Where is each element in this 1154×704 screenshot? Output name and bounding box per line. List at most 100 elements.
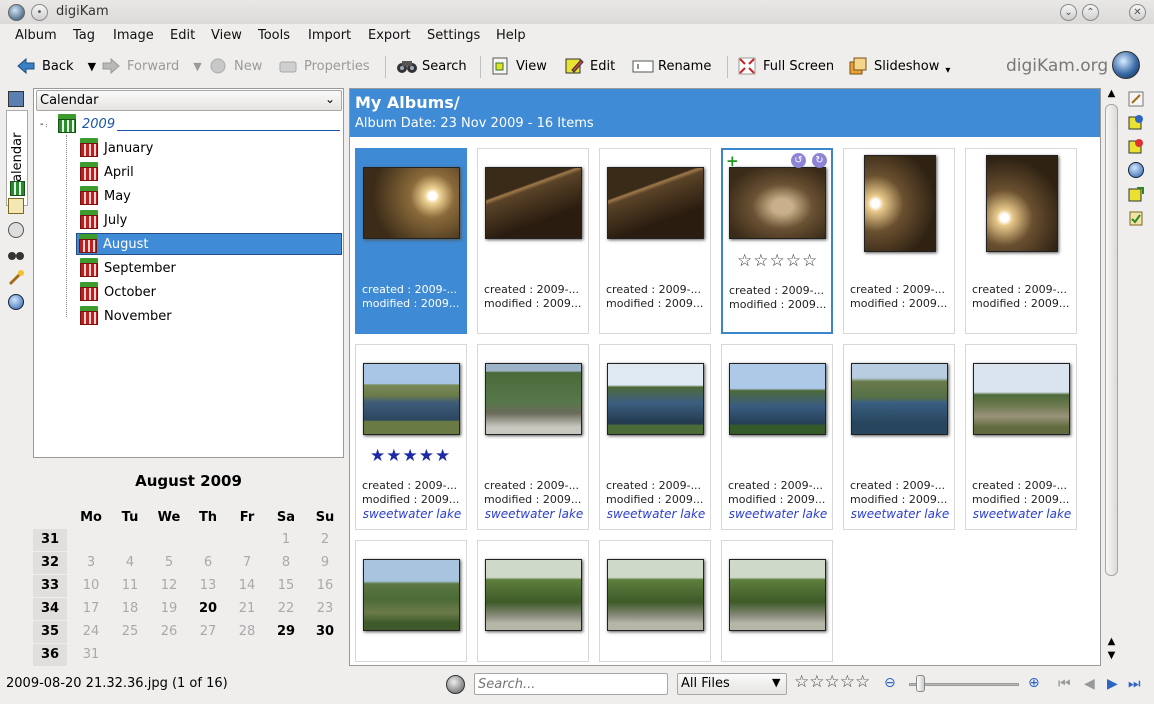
tree-month-july[interactable]: July [78,209,127,231]
calendar-day[interactable]: 15 [273,578,299,593]
calendar-day[interactable]: 10 [78,578,104,593]
calendar-day[interactable]: 1 [273,532,299,547]
calendar-day[interactable]: 5 [156,555,182,570]
calendar-day[interactable]: 31 [78,647,104,662]
calendar-day[interactable]: 7 [234,555,260,570]
calendar-day[interactable]: 21 [234,601,260,616]
tree-month-january[interactable]: January [78,137,153,159]
tag-label[interactable]: sweetwater lake [728,507,828,521]
back-dropdown-icon[interactable]: ▼ [88,60,96,73]
calendar-day[interactable]: 12 [156,578,182,593]
calendar-day[interactable]: 29 [273,624,299,639]
tags-tab-icon[interactable] [8,198,24,214]
search-input[interactable] [474,673,668,695]
tag-label[interactable]: sweetwater lake [850,507,950,521]
calendar-tab[interactable]: Calendar [6,110,28,206]
caption-tab-icon[interactable] [1128,91,1144,107]
calendar-day[interactable]: 27 [195,624,221,639]
scroll-down-icon[interactable]: ▼ [1104,650,1119,664]
menu-import[interactable]: Import [308,28,351,43]
calendar-day[interactable]: 22 [273,601,299,616]
rating-filter[interactable]: ☆☆☆☆☆ [794,672,870,692]
slideshow-dropdown-icon[interactable]: ▾ [945,65,950,76]
tag-label[interactable]: sweetwater lake [484,507,584,521]
tree-month-may[interactable]: May [78,185,131,207]
calendar-day[interactable]: 11 [117,578,143,593]
thumbnail-item[interactable] [477,540,589,662]
calendar-day[interactable]: 13 [195,578,221,593]
digikam-logo-icon[interactable] [1112,51,1140,79]
rotate-right-icon[interactable]: ↻ [812,153,827,168]
calendar-day[interactable]: 16 [312,578,338,593]
calendar-day[interactable]: 14 [234,578,260,593]
rotate-left-icon[interactable]: ↺ [791,153,806,168]
menu-help[interactable]: Help [496,28,526,43]
calendar-day[interactable]: 19 [156,601,182,616]
scroll-up-icon[interactable]: ▲ [1104,636,1119,650]
thumbnail-item[interactable]: created : 2009-... modified : 2009... [965,148,1077,334]
albums-tab-icon[interactable] [8,91,24,107]
thumbnail-item[interactable]: + ↺ ↻ ☆☆☆☆☆ created : 2009-... modified : 200… [721,148,833,334]
calendar-day[interactable]: 28 [234,624,260,639]
mime-filter-select[interactable]: All Files ▼ [677,673,787,695]
rating-stars[interactable]: ★★★★★ [370,446,451,466]
calendar-day[interactable]: 23 [312,601,338,616]
tree-month-september[interactable]: September [78,257,176,279]
fullscreen-button[interactable]: Full Screen [737,54,834,78]
thumbnail-item[interactable]: created : 2009-... modified : 2009... [355,148,467,334]
menu-view[interactable]: View [211,28,242,43]
add-to-lighttable-icon[interactable]: + [726,152,739,170]
maximize-button[interactable]: ⌃ [1082,4,1099,21]
scroll-up-icon[interactable]: ▲ [1104,88,1119,102]
calendar-day[interactable]: 17 [78,601,104,616]
geolocation-tab-icon[interactable] [1128,162,1144,178]
calendar-day[interactable]: 6 [195,555,221,570]
pin-icon[interactable]: • [31,4,48,21]
tree-month-august[interactable]: August [76,233,342,255]
forward-dropdown-icon[interactable]: ▼ [193,60,201,73]
colors-tab-icon[interactable] [1128,186,1144,202]
metadata-tab-icon[interactable] [1128,138,1144,154]
menu-settings[interactable]: Settings [427,28,480,43]
calendar-day[interactable]: 2 [312,532,338,547]
thumbnail-item[interactable]: created : 2009-... modified : 2009... swee… [599,344,711,530]
calendar-day[interactable]: 25 [117,624,143,639]
thumbnail-item[interactable]: created : 2009-... modified : 2009... swee… [965,344,1077,530]
thumbnail-item[interactable]: created : 2009-... modified : 2009... [477,148,589,334]
versions-tab-icon[interactable] [1128,210,1144,226]
zoom-slider-handle[interactable] [915,675,925,692]
rename-button[interactable]: Rename [632,54,711,78]
tree-month-november[interactable]: November [78,305,172,327]
calendar-day[interactable]: 26 [156,624,182,639]
previous-image-icon[interactable]: ◀ [1084,676,1095,692]
collapse-icon[interactable]: - [40,119,52,130]
app-icon[interactable] [8,4,25,21]
calendar-day[interactable]: 8 [273,555,299,570]
tag-label[interactable]: sweetwater lake [362,507,462,521]
new-button[interactable]: New [208,54,262,78]
menu-image[interactable]: Image [113,28,154,43]
slideshow-button[interactable]: Slideshow ▾ [848,54,950,78]
thumbnail-item[interactable] [599,540,711,662]
menu-export[interactable]: Export [368,28,411,43]
last-image-icon[interactable]: ⏭ [1128,676,1141,692]
thumbnail-item[interactable]: created : 2009-... modified : 2009... swee… [477,344,589,530]
properties-button[interactable]: Properties [278,54,370,78]
first-image-icon[interactable]: ⏮ [1058,676,1071,692]
calendar-day[interactable]: 3 [78,555,104,570]
tree-month-april[interactable]: April [78,161,134,183]
next-image-icon[interactable]: ▶ [1107,676,1118,692]
forward-button[interactable]: Forward ▼ [101,54,202,78]
vertical-scrollbar[interactable]: ▲ ▲ ▼ [1103,88,1120,666]
calendar-day[interactable]: 18 [117,601,143,616]
calendar-day[interactable]: 30 [312,624,338,639]
scrollbar-thumb[interactable] [1105,104,1118,576]
map-search-tab-icon[interactable] [8,294,24,310]
edit-button[interactable]: Edit [564,54,615,78]
view-button[interactable]: View [490,54,547,78]
search-tab-icon[interactable] [8,246,24,262]
tree-month-october[interactable]: October [78,281,156,303]
calendar-day[interactable]: 20 [195,601,221,616]
menu-edit[interactable]: Edit [170,28,195,43]
calendar-day[interactable]: 4 [117,555,143,570]
